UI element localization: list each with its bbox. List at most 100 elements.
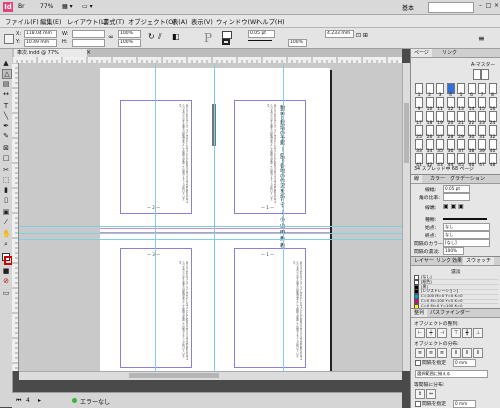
preflight-status[interactable]: エラーなし [80,397,110,406]
distribute-top-icon[interactable]: ≡ [415,348,425,358]
zoom-level[interactable]: 77% [40,3,53,10]
cap-buttons[interactable]: ▣ ▣ ▣ [443,203,464,210]
rectangle-tool-icon[interactable]: □ [2,154,10,162]
align-to-select[interactable]: 選択範囲に揃える [415,370,488,378]
w-field[interactable] [72,30,105,38]
menu-layout[interactable]: レイアウト(L) [67,17,107,26]
tab-color[interactable]: カラー [427,175,448,183]
align-vcenter-icon[interactable]: ╋ [462,328,472,338]
align-hcenter-icon[interactable]: ┿ [426,328,436,338]
align-top-icon[interactable]: ⊤ [451,328,461,338]
start-select[interactable]: なし [443,223,490,231]
menu-type[interactable]: 書式(T) [103,17,124,26]
selection-tool-icon[interactable]: ▲ [2,59,10,67]
frame-fit-icon[interactable]: ⊡ ⊞ [356,32,368,39]
line-tool-icon[interactable]: ╲ [2,112,10,120]
close-button[interactable]: × [493,2,500,10]
distribute-bottom-icon[interactable]: ≡ [437,348,447,358]
master-page-thumb[interactable] [473,69,481,80]
y-field[interactable]: 10.49 mm [24,39,57,47]
close-tab-icon[interactable]: × [86,49,91,57]
distribute-left-icon[interactable]: ⦀ [451,348,461,358]
menu-object[interactable]: オブジェクト(O) [128,17,176,26]
distribute-vcenter-icon[interactable]: ≡ [426,348,436,358]
align-bottom-icon[interactable]: ⊥ [473,328,483,338]
distribute-hcenter-icon[interactable]: ⦀ [462,348,472,358]
zoom-tool-icon[interactable]: ⌕ [2,240,10,248]
distribute-hspace-icon[interactable]: ⇔ [426,389,436,399]
eyedropper-tool-icon[interactable]: ⁄ [2,218,10,226]
menu-view[interactable]: 表示(V) [191,17,213,26]
scale-y-field[interactable]: 100% [118,39,141,47]
stroke-type-preview[interactable] [248,40,272,41]
ruler-guide[interactable] [19,239,402,240]
minimize-button[interactable]: – [477,2,484,10]
menu-help[interactable]: ヘルプ(H) [256,17,285,26]
screen-mode-tool-icon[interactable]: ▭ [2,289,10,297]
tab-stroke[interactable]: 線 [411,175,423,183]
ruler-guide[interactable] [19,233,402,234]
rectangle-frame-tool-icon[interactable]: ⊠ [2,144,10,152]
pencil-tool-icon[interactable]: ✎ [2,132,10,140]
ruler-guide[interactable] [214,63,215,371]
ruler-guide[interactable] [283,63,284,371]
fill-swatch[interactable] [222,31,232,39]
gap-tint-input[interactable]: 100% [443,247,464,255]
hand-tool-icon[interactable]: ✋ [2,230,11,238]
ruler-guide[interactable] [19,226,402,227]
text-frame[interactable]: あいうえおかきくけこさしすせそたちつてとなにぬねのはひふへほまみむめもやゆよらり… [120,100,192,214]
rotate-icon[interactable]: ↻ [148,32,155,41]
next-page-icon[interactable]: ▸ [38,397,41,404]
tab-pages[interactable]: ページ [411,49,432,57]
reference-point-icon[interactable] [4,34,14,44]
constrain-proportions-icon[interactable]: ∞ [108,33,114,41]
ruler-guide[interactable] [155,63,156,371]
use-spacing-checkbox[interactable] [415,360,421,366]
use-spacing-checkbox-2[interactable] [415,401,421,407]
text-frame[interactable]: あいうえおかきくけこさしすせそたちつてとなにぬねのはひふへほまみむめもやゆよらり… [234,248,306,368]
direct-selection-tool-icon[interactable]: △ [2,69,12,79]
page-number-field[interactable]: 4 [26,397,30,404]
text-frame[interactable]: 種苗と栽培の予察 ― 県下各地の作況を巡りて ― 小 山 田 秀 義 あいうえお… [234,100,306,248]
maximize-button[interactable]: □ [485,2,492,10]
scroll-thumb[interactable] [404,103,409,163]
stroke-type-select[interactable] [443,218,487,220]
menu-edit[interactable]: 編集(E) [40,17,62,26]
gradient-feather-tool-icon[interactable]: ▯ [2,196,10,204]
tab-links[interactable]: リンク [439,49,460,57]
scissors-tool-icon[interactable]: ✂ [2,166,10,174]
page-spread[interactable]: あいうえおかきくけこさしすせそたちつてとなにぬねのはひふへほまみむめもやゆよらり… [100,68,330,371]
h-field[interactable] [72,39,105,47]
gap-color-select[interactable]: [なし] [443,239,490,247]
miter-input[interactable] [443,193,470,201]
panel-menu-icon[interactable]: ≡ [478,34,485,43]
gradient-tool-icon[interactable]: ▮ [2,186,10,194]
scroll-thumb[interactable] [129,373,219,378]
scale-x-field[interactable]: 100% [118,30,141,38]
horizontal-scrollbar[interactable] [19,371,402,380]
flip-icon[interactable]: ◧ [172,32,180,41]
gap-tool-icon[interactable]: ↔ [2,90,10,98]
stroke-weight-input[interactable]: 0.05 pt [443,185,470,193]
tab-swatches[interactable]: スウォッチ [463,257,495,265]
search-input[interactable] [428,2,474,13]
distribute-vspace-icon[interactable]: ⇕ [415,389,425,399]
first-page-icon[interactable]: ⏮ [16,397,21,405]
bridge-icon[interactable]: Br [18,3,25,10]
shear-icon[interactable]: ⫽ [158,32,162,42]
workspace-switcher[interactable]: 基本 [402,3,414,12]
document-tab[interactable]: 車次.indd @ 77% [14,49,87,57]
note-tool-icon[interactable]: ▣ [2,208,10,216]
page-tool-icon[interactable]: ▤ [2,80,10,88]
apply-color-icon[interactable]: ■ [2,267,10,275]
menu-table[interactable]: 表(A) [172,17,188,26]
text-wrap-icon[interactable]: P [204,31,212,45]
inset-field[interactable]: 4.233 mm [325,30,354,38]
opacity-field[interactable]: 100% [288,39,307,47]
stroke-weight-field[interactable]: 0.05 pt [248,30,275,38]
apply-none-icon[interactable]: ⊘ [2,277,10,285]
spacing-input[interactable]: 0 mm [453,359,476,367]
tab-gradient[interactable]: グラデーション [447,175,488,183]
menu-file[interactable]: ファイル(F) [5,17,39,26]
pen-tool-icon[interactable]: ✒ [2,122,10,130]
